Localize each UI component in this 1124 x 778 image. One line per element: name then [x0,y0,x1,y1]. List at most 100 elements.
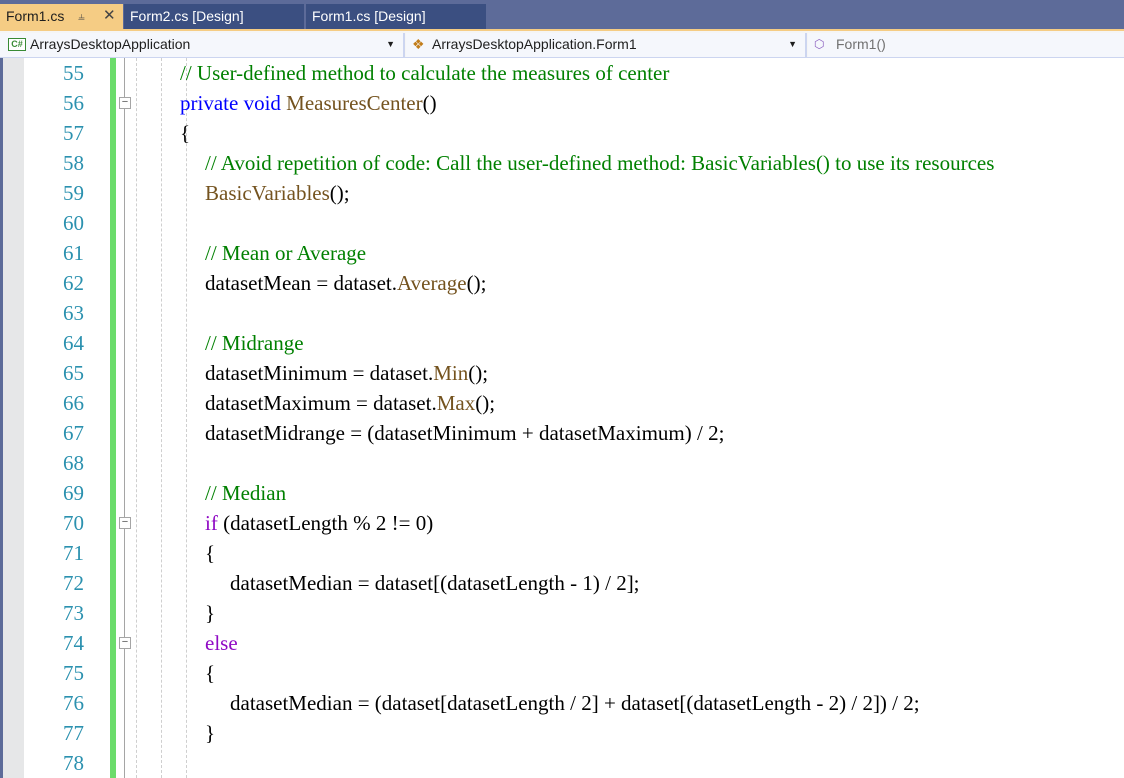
chevron-down-icon[interactable]: ▼ [386,33,395,55]
code-comment: // Mean or Average [205,241,367,265]
tab-form2-design[interactable]: Form2.cs [Design] [124,4,304,29]
code-line[interactable]: 78 [0,748,1124,778]
code-text: } [205,598,215,628]
collapse-toggle-icon[interactable]: − [119,97,131,109]
code-line[interactable]: 56 − private void MeasuresCenter() [0,88,1124,118]
code-method-name: BasicVariables [205,181,330,205]
line-number: 55 [63,61,84,85]
code-token: datasetMedian = dataset[(datasetLength -… [230,571,640,595]
code-comment: // Midrange [205,331,304,355]
member-dropdown-label: Form1() [836,36,886,52]
code-text: datasetMidrange = (datasetMinimum + data… [205,418,724,448]
code-line[interactable]: 75 { [0,658,1124,688]
code-line[interactable]: 74 − else [0,628,1124,658]
line-number: 68 [63,451,84,475]
code-line[interactable]: 57 { [0,118,1124,148]
line-number: 64 [63,331,84,355]
line-number: 76 [63,691,84,715]
code-text: private void MeasuresCenter() [180,88,437,118]
code-token: datasetMedian = (dataset[datasetLength /… [230,691,920,715]
code-token: (); [329,181,350,205]
code-line[interactable]: 65 datasetMinimum = dataset.Min(); [0,358,1124,388]
document-tab-bar: Form1.cs ⫨ ✕ Form2.cs [Design] Form1.cs … [0,0,1124,29]
code-token: () [422,91,437,115]
member-dropdown[interactable]: ⬡ Form1() [808,33,1124,57]
code-text: // Midrange [205,328,304,358]
code-text: { [180,118,190,148]
code-text: else [205,628,238,658]
code-line[interactable]: 69 // Median [0,478,1124,508]
code-line[interactable]: 72 datasetMedian = dataset[(datasetLength… [0,568,1124,598]
tab-form1-design[interactable]: Form1.cs [Design] [306,4,486,29]
code-line[interactable]: 62 datasetMean = dataset.Average(); [0,268,1124,298]
csharp-project-icon: C# [8,38,26,51]
pin-icon[interactable]: ⫨ [78,4,85,28]
code-token: (); [468,361,489,385]
line-number: 74 [63,631,84,655]
line-number: 60 [63,211,84,235]
code-token: (); [475,391,496,415]
code-comment: // User-defined method to calculate the … [180,61,670,85]
code-token: } [205,721,216,745]
type-dropdown[interactable]: ❖ ArraysDesktopApplication.Form1 ▼ [406,33,807,57]
code-text: // Avoid repetition of code: Call the us… [205,148,994,178]
code-text: if (datasetLength % 2 != 0) [205,508,433,538]
code-line[interactable]: 64 // Midrange [0,328,1124,358]
code-text: BasicVariables(); [205,178,350,208]
code-line[interactable]: 68 [0,448,1124,478]
line-number: 56 [63,91,84,115]
tab-form1-cs[interactable]: Form1.cs ⫨ ✕ [0,4,123,29]
chevron-down-icon[interactable]: ▼ [788,33,797,55]
close-icon[interactable]: ✕ [103,4,116,28]
code-token: datasetMidrange = (datasetMinimum + data… [205,421,725,445]
code-line[interactable]: 58 // Avoid repetition of code: Call the … [0,148,1124,178]
code-line[interactable]: 61 // Mean or Average [0,238,1124,268]
code-text: datasetMaximum = dataset.Max(); [205,388,495,418]
project-dropdown-label: ArraysDesktopApplication [30,36,191,52]
line-number: 67 [63,421,84,445]
code-line[interactable]: 67 datasetMidrange = (datasetMinimum + da… [0,418,1124,448]
code-keyword: private [180,91,239,115]
code-text: // Mean or Average [205,238,366,268]
line-number: 66 [63,391,84,415]
line-number: 65 [63,361,84,385]
line-number: 63 [63,301,84,325]
code-line[interactable]: 66 datasetMaximum = dataset.Max(); [0,388,1124,418]
line-number: 77 [63,721,84,745]
code-keyword: else [205,631,238,655]
code-line[interactable]: 63 [0,298,1124,328]
line-number: 71 [63,541,84,565]
line-number: 58 [63,151,84,175]
line-number: 78 [63,751,84,775]
collapse-toggle-icon[interactable]: − [119,517,131,529]
code-text: datasetMedian = dataset[(datasetLength -… [230,568,640,598]
class-icon: ❖ [412,36,425,52]
code-token: (datasetLength % 2 != 0) [217,511,434,535]
line-number: 70 [63,511,84,535]
code-line[interactable]: 77} [0,718,1124,748]
code-token: { [180,121,191,145]
code-token: { [205,541,216,565]
code-text: { [205,658,215,688]
code-method-name: Max [436,391,476,415]
code-line[interactable]: 55 // User-defined method to calculate th… [0,58,1124,88]
code-token: datasetMean = dataset. [205,271,398,295]
code-method-name: Min [433,361,469,385]
code-line[interactable]: 76 datasetMedian = (dataset[datasetLength… [0,688,1124,718]
code-text: // Median [205,478,286,508]
code-text: datasetMean = dataset.Average(); [205,268,486,298]
tab-label: Form1.cs [Design] [312,8,426,24]
code-line[interactable]: 71 { [0,538,1124,568]
code-line[interactable]: 73} [0,598,1124,628]
tab-label: Form2.cs [Design] [130,8,244,24]
code-comment: // Avoid repetition of code: Call the us… [205,151,995,175]
line-number: 59 [63,181,84,205]
code-line[interactable]: 60 [0,208,1124,238]
code-editor[interactable]: 55 // User-defined method to calculate th… [0,58,1124,778]
code-line[interactable]: 70 − if (datasetLength % 2 != 0) [0,508,1124,538]
collapse-toggle-icon[interactable]: − [119,637,131,649]
code-method-name: MeasuresCenter [286,91,423,115]
project-dropdown[interactable]: C# ArraysDesktopApplication ▼ [0,33,405,57]
code-line[interactable]: 59 BasicVariables(); [0,178,1124,208]
type-dropdown-label: ArraysDesktopApplication.Form1 [432,36,637,52]
